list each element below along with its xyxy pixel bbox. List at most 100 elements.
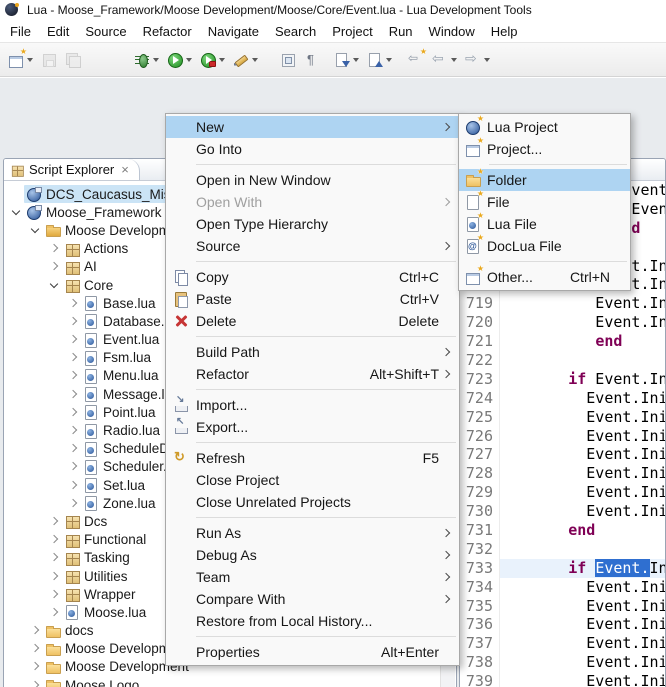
menubar-run[interactable]: Run <box>381 22 421 41</box>
code-text[interactable]: Event.IniDCSGroupName = Event.IniDCSGrou… <box>500 615 665 634</box>
menubar-edit[interactable]: Edit <box>39 22 77 41</box>
line-number[interactable]: 732 <box>460 540 500 559</box>
tree-chevron-icon[interactable] <box>47 605 62 620</box>
new-wizard-button[interactable]: ★ <box>5 48 36 72</box>
code-text[interactable]: Event.IniDCSGroupName = Event.IniDCSGrou… <box>500 427 665 446</box>
tree-chevron-icon[interactable] <box>66 459 81 474</box>
code-text[interactable]: Event.IniGroupName = Event.IniDCSGroupNa… <box>500 445 665 464</box>
tree-chevron-icon[interactable] <box>66 441 81 456</box>
code-text[interactable]: Event.IniGroup = GROUP:FindByName( Event… <box>500 464 665 483</box>
forward-button[interactable] <box>462 48 493 72</box>
code-text[interactable] <box>500 351 665 370</box>
line-number[interactable]: 725 <box>460 408 500 427</box>
line-number[interactable]: 728 <box>460 464 500 483</box>
tree-chevron-icon[interactable] <box>28 659 43 674</box>
submenu-item-lua-project[interactable]: ★Lua Project <box>459 116 630 138</box>
menu-item-restore-from-local-history[interactable]: Restore from Local History... <box>166 610 459 632</box>
menu-item-run-as[interactable]: Run As <box>166 522 459 544</box>
dropdown-arrow-icon[interactable] <box>219 58 225 62</box>
tree-chevron-icon[interactable] <box>47 278 62 293</box>
menubar-project[interactable]: Project <box>324 22 380 41</box>
menu-item-refactor[interactable]: RefactorAlt+Shift+T <box>166 363 459 385</box>
dropdown-arrow-icon[interactable] <box>186 58 192 62</box>
menu-item-properties[interactable]: PropertiesAlt+Enter <box>166 641 459 663</box>
menubar-file[interactable]: File <box>2 22 39 41</box>
line-number[interactable]: 734 <box>460 578 500 597</box>
menu-item-go-into[interactable]: Go Into <box>166 138 459 160</box>
run-button[interactable] <box>164 48 195 72</box>
code-text[interactable] <box>500 540 665 559</box>
code-text[interactable]: if Event.IniDCSUnit then <box>500 559 665 578</box>
line-number[interactable]: 719 <box>460 294 500 313</box>
submenu-item-other[interactable]: ★Other...Ctrl+N <box>459 266 630 288</box>
code-text[interactable]: end <box>500 332 665 351</box>
line-number[interactable]: 724 <box>460 389 500 408</box>
line-number[interactable]: 723 <box>460 370 500 389</box>
code-text[interactable]: Event.IniUnit = UNIT:FindByName( Event.I… <box>500 578 665 597</box>
code-text[interactable]: Event.IniUnit = UNIT:FindByName( Event.I… <box>500 294 665 313</box>
tree-chevron-icon[interactable] <box>66 350 81 365</box>
tree-chevron-icon[interactable] <box>47 587 62 602</box>
dropdown-arrow-icon[interactable] <box>153 58 159 62</box>
submenu-item-file[interactable]: ★File <box>459 191 630 213</box>
tree-chevron-icon[interactable] <box>47 569 62 584</box>
line-number[interactable]: 722 <box>460 351 500 370</box>
code-text[interactable]: Event.IniPlayerName = Event.IniDCSUnit:g… <box>500 313 665 332</box>
tree-chevron-icon[interactable] <box>66 423 81 438</box>
menu-item-delete[interactable]: DeleteDelete <box>166 310 459 332</box>
menubar-navigate[interactable]: Navigate <box>200 22 267 41</box>
submenu-item-project[interactable]: ★Project... <box>459 138 630 160</box>
debug-button[interactable] <box>131 48 162 72</box>
menubar-search[interactable]: Search <box>267 22 324 41</box>
line-number[interactable]: 720 <box>460 313 500 332</box>
next-annotation-button[interactable] <box>331 48 362 72</box>
menubar-window[interactable]: Window <box>421 22 483 41</box>
dropdown-arrow-icon[interactable] <box>353 58 359 62</box>
tree-chevron-icon[interactable] <box>28 623 43 638</box>
code-text[interactable]: Event.IniCoalition = Event.IniDCSUnit:ge… <box>500 502 665 521</box>
tree-chevron-icon[interactable] <box>28 223 43 238</box>
line-number[interactable]: 739 <box>460 672 500 687</box>
menu-item-build-path[interactable]: Build Path <box>166 341 459 363</box>
mark-occurrences-button[interactable] <box>277 48 299 72</box>
menu-item-open-type-hierarchy[interactable]: Open Type Hierarchy <box>166 213 459 235</box>
last-edit-location-button[interactable]: ★ <box>405 48 427 72</box>
tab-script-explorer[interactable]: Script Explorer <box>4 159 140 180</box>
menu-item-debug-as[interactable]: Debug As <box>166 544 459 566</box>
menu-item-open-in-new-window[interactable]: Open in New Window <box>166 169 459 191</box>
menu-item-refresh[interactable]: RefreshF5 <box>166 447 459 469</box>
dropdown-arrow-icon[interactable] <box>386 58 392 62</box>
line-number[interactable]: 736 <box>460 615 500 634</box>
line-number[interactable]: 738 <box>460 653 500 672</box>
menu-item-export[interactable]: Export... <box>166 416 459 438</box>
back-button[interactable] <box>429 48 460 72</box>
line-number[interactable]: 726 <box>460 427 500 446</box>
tree-chevron-icon[interactable] <box>9 205 24 220</box>
code-text[interactable]: Event.IniUnit = UNIT:FindByName( Event.I… <box>500 389 665 408</box>
menu-item-open-with[interactable]: Open With <box>166 191 459 213</box>
code-text[interactable]: Event.IniDCSGroup = Event.IniDCSUnit:get… <box>500 408 665 427</box>
menu-item-new[interactable]: New <box>166 116 459 138</box>
menu-item-import[interactable]: Import... <box>166 394 459 416</box>
submenu-item-lua-file[interactable]: ★Lua File <box>459 213 630 235</box>
tree-chevron-icon[interactable] <box>66 478 81 493</box>
code-text[interactable]: if Event.IniDCSUnit then <box>500 370 665 389</box>
dropdown-arrow-icon[interactable] <box>252 58 258 62</box>
code-text[interactable]: Event.IniGroupName = Event.IniDCSGroupNa… <box>500 634 665 653</box>
submenu-item-folder[interactable]: ★Folder <box>459 169 630 191</box>
line-number[interactable]: 731 <box>460 521 500 540</box>
code-text[interactable]: Event.IniCoalition = Event.IniDCSUnit:ge… <box>500 672 665 687</box>
line-number[interactable]: 721 <box>460 332 500 351</box>
tree-chevron-icon[interactable] <box>66 387 81 402</box>
menu-item-paste[interactable]: PasteCtrl+V <box>166 288 459 310</box>
menu-item-team[interactable]: Team <box>166 566 459 588</box>
menu-item-close-project[interactable]: Close Project <box>166 469 459 491</box>
line-number[interactable]: 737 <box>460 634 500 653</box>
tree-chevron-icon[interactable] <box>28 641 43 656</box>
tree-chevron-icon[interactable] <box>47 532 62 547</box>
dropdown-arrow-icon[interactable] <box>27 58 33 62</box>
menubar-source[interactable]: Source <box>77 22 134 41</box>
previous-annotation-button[interactable] <box>364 48 395 72</box>
tree-chevron-icon[interactable] <box>47 241 62 256</box>
tree-chevron-icon[interactable] <box>47 514 62 529</box>
